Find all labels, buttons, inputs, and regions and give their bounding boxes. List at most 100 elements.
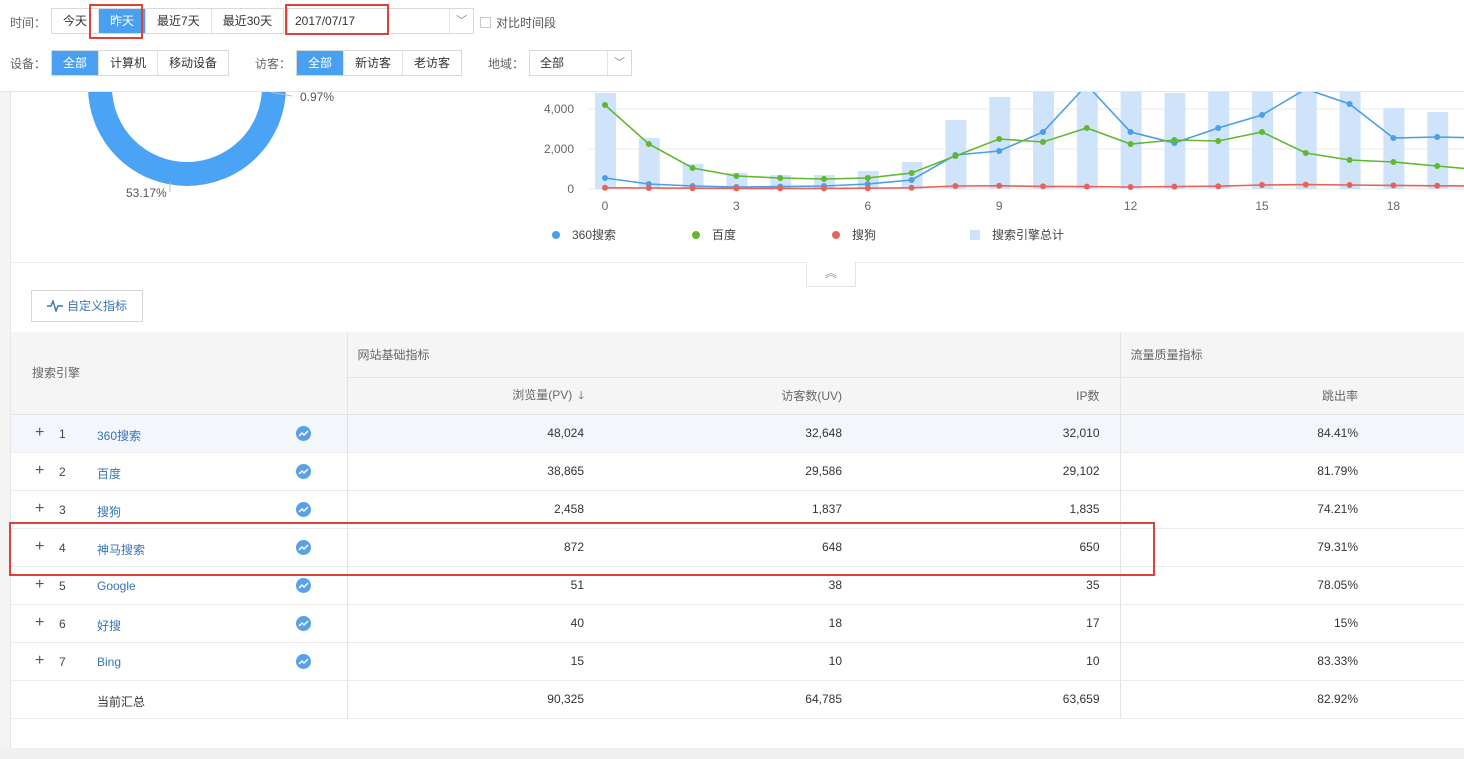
device-computer-button[interactable]: 计算机 (99, 51, 159, 75)
header-group-quality: 流量质量指标 (1120, 332, 1464, 378)
x-tick-label: 15 (1255, 199, 1269, 213)
bounce-cell: 79.31% (1120, 528, 1464, 567)
device-all-button[interactable]: 全部 (52, 51, 100, 75)
engine-cell: +3 搜狗 (11, 490, 348, 529)
engine-name-link[interactable]: 百度 (97, 465, 121, 482)
pv-cell: 90,325 (347, 680, 604, 719)
expand-plus-icon[interactable]: + (35, 462, 44, 478)
data-point (645, 141, 652, 147)
expand-plus-icon[interactable]: + (35, 576, 44, 592)
date-picker[interactable]: 2017/07/17 ﹀ (287, 8, 474, 34)
total-label: 当前汇总 (97, 694, 146, 709)
engine-cell: +5 Google (11, 566, 348, 605)
row-index: 3 (59, 502, 66, 517)
engine-name-link[interactable]: 好搜 (97, 617, 121, 634)
table-row[interactable]: +6 好搜 40 18 17 15% (11, 604, 1464, 643)
expand-plus-icon[interactable]: + (35, 424, 44, 440)
device-group: 全部 计算机 移动设备 (51, 50, 230, 76)
ip-cell: 17 (862, 604, 1121, 643)
uv-cell: 10 (604, 642, 862, 681)
visitor-new-button[interactable]: 新访客 (344, 51, 404, 75)
region-label: 地域： (488, 57, 525, 71)
row-index: 1 (59, 426, 66, 441)
header-uv[interactable]: 访客数(UV) (604, 377, 862, 415)
trend-chart-icon[interactable] (296, 463, 311, 479)
expand-plus-icon[interactable]: + (35, 652, 44, 668)
header-bounce[interactable]: 跳出率 (1120, 377, 1464, 415)
table-row[interactable]: +3 搜狗 2,458 1,837 1,835 74.21% (11, 490, 1464, 529)
data-point (777, 175, 784, 181)
engine-name-link[interactable]: Google (97, 579, 136, 593)
pv-cell: 51 (347, 566, 604, 605)
visitor-all-button[interactable]: 全部 (297, 51, 345, 75)
time-today-button[interactable]: 今天 (52, 9, 100, 33)
legend-swatch (832, 230, 840, 239)
engine-name-link[interactable]: 搜狗 (97, 503, 121, 520)
expand-plus-icon[interactable]: + (35, 500, 44, 516)
pv-cell: 40 (347, 604, 604, 643)
y-tick-label: 0 (567, 182, 574, 196)
header-ip[interactable]: IP数 (862, 377, 1121, 415)
custom-metrics-button[interactable]: 自定义指标 (31, 290, 143, 322)
data-point (602, 184, 608, 191)
table-row[interactable]: +5 Google 51 38 35 78.05% (11, 566, 1464, 605)
data-point (1302, 181, 1309, 188)
time-yesterday-button[interactable]: 昨天 (99, 9, 147, 33)
trend-chart-icon[interactable] (296, 425, 311, 441)
engine-cell: +6 好搜 (11, 604, 348, 643)
data-point (1390, 135, 1397, 141)
data-point (1127, 129, 1134, 135)
engine-name-link[interactable]: Bing (97, 655, 121, 669)
x-tick-label: 0 (602, 199, 609, 213)
legend-swatch (692, 230, 700, 239)
bar (1252, 91, 1273, 189)
collapse-toggle[interactable]: ︽ (806, 262, 856, 287)
ip-cell: 32,010 (862, 414, 1121, 453)
expand-plus-icon[interactable]: + (35, 614, 44, 630)
total-row: 当前汇总 90,325 64,785 63,659 82.92% (11, 680, 1464, 719)
trend-chart-icon[interactable] (296, 539, 311, 555)
bounce-cell: 82.92% (1120, 680, 1464, 719)
compare-checkbox[interactable]: 对比时间段 (480, 14, 556, 31)
uv-cell: 18 (604, 604, 862, 643)
pulse-icon (47, 300, 63, 312)
legend-item-total[interactable]: 搜索引擎总计 (970, 226, 1064, 243)
legend-label: 百度 (712, 228, 737, 242)
engine-name-link[interactable]: 神马搜索 (97, 541, 145, 558)
pv-cell: 38,865 (347, 452, 604, 491)
header-pv[interactable]: 浏览量(PV) 🡓 (347, 377, 604, 415)
device-mobile-button[interactable]: 移动设备 (158, 51, 229, 75)
double-chevron-up-icon: ︽ (824, 266, 837, 280)
table-row[interactable]: +2 百度 38,865 29,586 29,102 81.79% (11, 452, 1464, 491)
legend-label: 搜索引擎总计 (992, 228, 1065, 242)
engine-name-link[interactable]: 360搜索 (97, 427, 141, 444)
data-point (1040, 129, 1046, 135)
trend-chart-icon[interactable] (296, 615, 311, 631)
trend-chart-icon[interactable] (296, 653, 311, 669)
time-7days-button[interactable]: 最近7天 (146, 9, 212, 33)
time-30days-button[interactable]: 最近30天 (211, 9, 284, 33)
expand-plus-icon[interactable]: + (35, 538, 44, 554)
header-engine: 搜索引擎 (11, 332, 348, 415)
legend-item-baidu[interactable]: 百度 (692, 226, 736, 243)
table-row[interactable]: +4 神马搜索 872 648 650 79.31% (11, 528, 1464, 567)
pv-cell: 48,024 (347, 414, 604, 453)
data-point (1171, 183, 1178, 190)
uv-cell: 1,837 (604, 490, 862, 529)
y-tick-label: 4,000 (544, 102, 574, 116)
sort-desc-icon: 🡓 (578, 389, 584, 402)
data-point (996, 182, 1003, 189)
data-point (1390, 182, 1397, 189)
trend-chart-icon[interactable] (296, 501, 311, 517)
legend-item-sogou[interactable]: 搜狗 (832, 226, 876, 243)
y-tick-label: 2,000 (544, 142, 574, 156)
visitor-returning-button[interactable]: 老访客 (403, 51, 462, 75)
table-row[interactable]: +1 360搜索 48,024 32,648 32,010 84.41% (11, 414, 1464, 453)
data-point (1215, 138, 1222, 144)
data-point (1127, 184, 1134, 190)
trend-chart-icon[interactable] (296, 577, 311, 593)
table-row[interactable]: +7 Bing 15 10 10 83.33% (11, 642, 1464, 681)
legend-item-360[interactable]: 360搜索 (552, 226, 616, 243)
region-select[interactable]: 全部 ﹀ (529, 50, 632, 76)
row-index: 2 (59, 464, 66, 479)
